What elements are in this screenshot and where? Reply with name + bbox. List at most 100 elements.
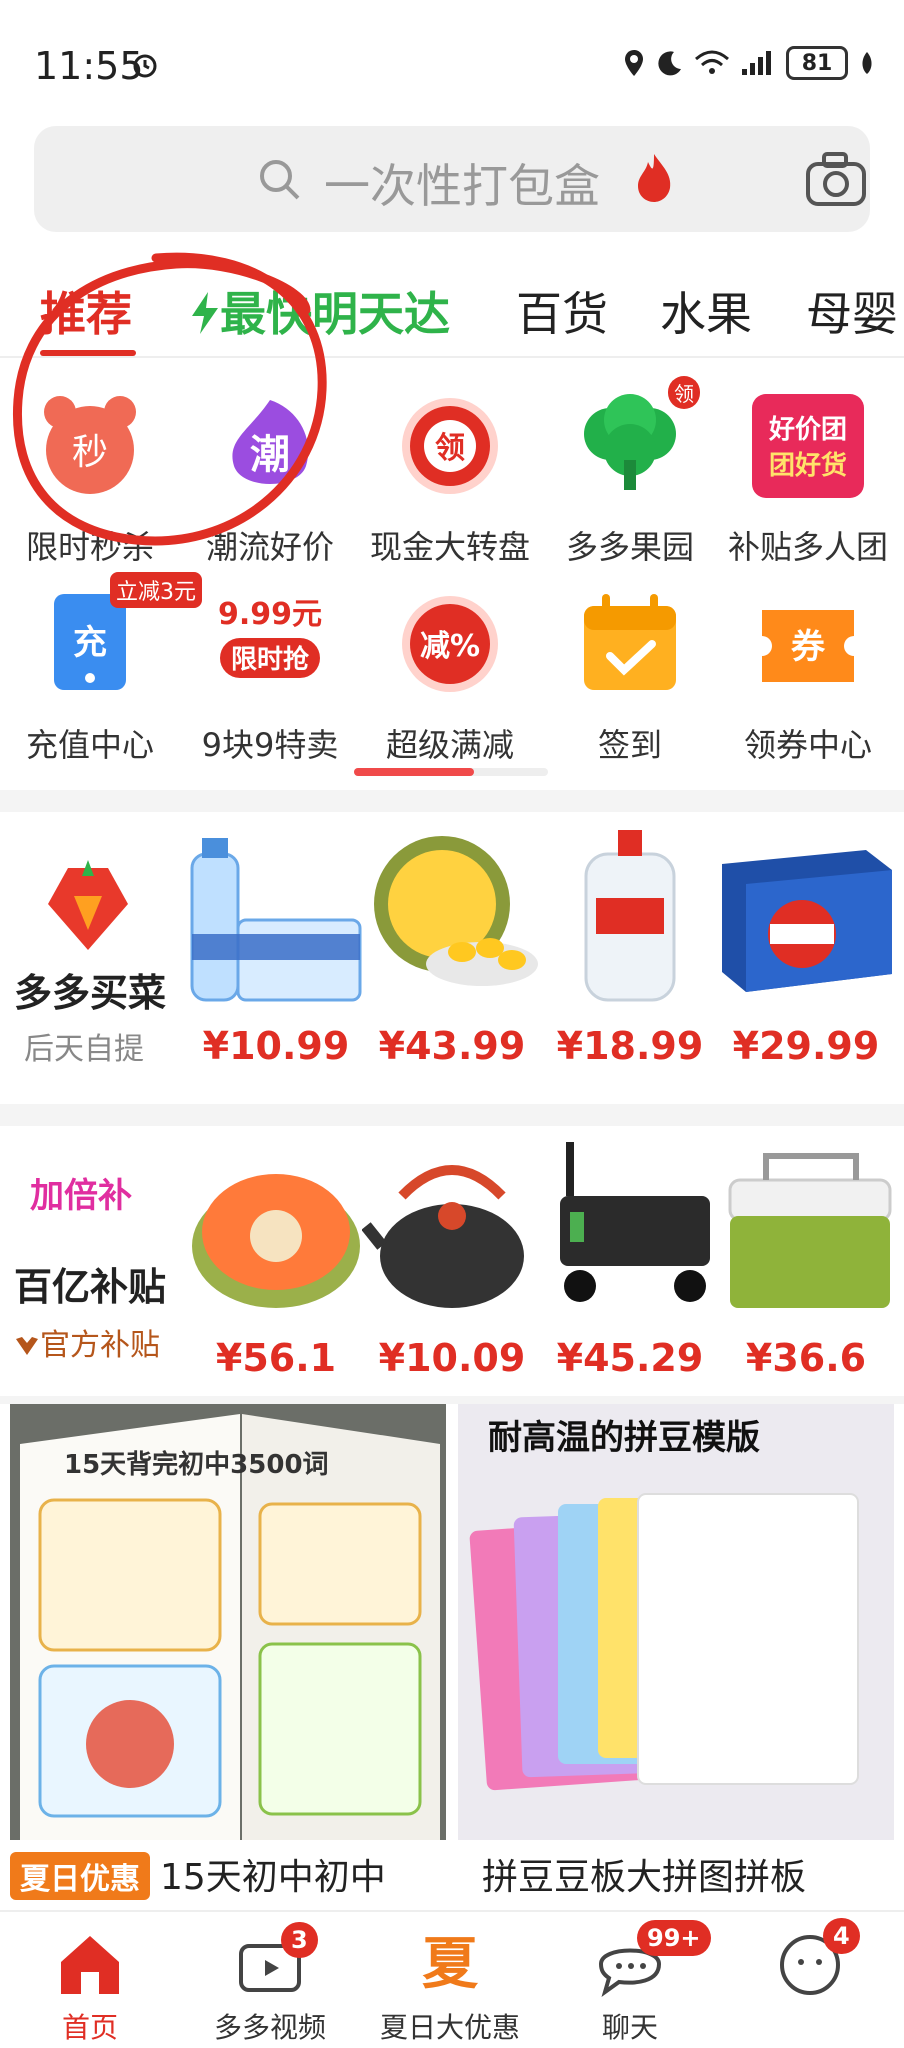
grid-label: 现金大转盘 bbox=[369, 528, 530, 566]
nav-chat[interactable]: 99+ 聊天 bbox=[540, 1920, 720, 2046]
grocery-subtitle: 后天自提 bbox=[24, 1032, 144, 1067]
grid-item-group-buy[interactable]: 好价团 团好货 补贴多人团 bbox=[718, 390, 898, 568]
water-bottles-icon bbox=[190, 838, 362, 1002]
grid-label: 多多果园 bbox=[565, 528, 694, 566]
grid-item-wheel[interactable]: 领 现金大转盘 bbox=[360, 390, 540, 568]
recharge-icon: 充 立减3元 bbox=[30, 572, 202, 708]
official-badge-icon bbox=[16, 1337, 38, 1355]
coupon-icon: 券 bbox=[748, 588, 868, 708]
nav-home[interactable]: 首页 bbox=[0, 1932, 180, 2046]
tab-general-goods[interactable]: 百货 bbox=[516, 278, 608, 344]
product-price: ¥45.29 bbox=[556, 1336, 704, 1380]
search-bar[interactable]: 一次性打包盒 bbox=[34, 126, 870, 232]
section-divider bbox=[0, 1104, 904, 1126]
alarm-icon bbox=[133, 54, 157, 78]
kettle-icon bbox=[362, 1165, 524, 1308]
svg-text:潮: 潮 bbox=[250, 432, 290, 478]
nav-label: 夏日大优惠 bbox=[379, 2011, 520, 2044]
search-input[interactable]: 一次性打包盒 bbox=[324, 150, 600, 216]
grid-item-orchard[interactable]: 领 多多果园 bbox=[540, 376, 720, 568]
nav-summer-deals[interactable]: 夏 夏日大优惠 bbox=[360, 1932, 540, 2046]
grid-page-indicator bbox=[354, 768, 548, 776]
orchard-badge: 领 bbox=[668, 376, 700, 409]
tab-mother-baby[interactable]: 母婴 bbox=[806, 278, 898, 344]
signal-icon bbox=[742, 51, 771, 75]
subsidy-product[interactable]: ¥56.1 bbox=[186, 1126, 366, 1416]
svg-text:团好货: 团好货 bbox=[769, 450, 847, 481]
grid-label: 超级满减 bbox=[385, 726, 514, 764]
lightning-icon bbox=[192, 292, 218, 334]
status-time: 11:55 bbox=[34, 44, 144, 88]
jackfruit-icon bbox=[374, 836, 538, 986]
grocery-product[interactable]: ¥18.99 bbox=[540, 814, 720, 1104]
jackfruit-cut-icon bbox=[192, 1174, 360, 1308]
grocery-product[interactable]: ¥43.99 bbox=[362, 814, 542, 1104]
tab-fast-delivery[interactable]: 最快明天达 bbox=[190, 278, 450, 344]
grid-item-seckill[interactable]: 秒 限时秒杀 bbox=[0, 390, 180, 568]
subsidy-side[interactable]: 加倍补 百亿补贴 官方补贴 bbox=[0, 1126, 176, 1416]
profile-icon: 4 bbox=[775, 1918, 860, 1998]
water-jug-icon bbox=[584, 830, 676, 1002]
product-price: ¥29.99 bbox=[732, 1024, 880, 1068]
nav-label: 首页 bbox=[61, 2011, 118, 2044]
camera-icon[interactable] bbox=[804, 150, 868, 208]
sale-icon: 9.99元 限时抢 bbox=[210, 588, 330, 708]
grid-label: 充值中心 bbox=[25, 726, 154, 764]
battery-indicator: 81 bbox=[786, 46, 848, 80]
grocery-product[interactable]: ¥29.99 bbox=[716, 814, 896, 1104]
nav-label: 聊天 bbox=[601, 2011, 658, 2044]
summer-icon: 夏 bbox=[422, 1932, 478, 1997]
tab-active-indicator bbox=[40, 350, 136, 356]
subsidy-row[interactable]: 加倍补 百亿补贴 官方补贴 ¥56.1 ¥10.09 ¥45.29 ¥36.6 bbox=[0, 1126, 904, 1416]
card-caption: 夏日优惠 15天初中初中 bbox=[10, 1848, 446, 1900]
grid-item-recharge[interactable]: 充 立减3元 充值中心 bbox=[0, 572, 202, 766]
wagon-icon bbox=[560, 1142, 710, 1302]
grid-item-sale[interactable]: 9.99元 限时抢 9块9特卖 bbox=[180, 588, 360, 766]
nav-video[interactable]: 3 多多视频 bbox=[180, 1922, 360, 2046]
wheel-icon: 领 bbox=[390, 390, 510, 510]
svg-text:券: 券 bbox=[791, 627, 826, 667]
svg-text:充: 充 bbox=[73, 623, 107, 663]
subsidy-product[interactable]: ¥36.6 bbox=[716, 1126, 896, 1416]
grid-item-trend[interactable]: 潮 潮流好价 bbox=[180, 390, 360, 568]
chat-icon: 99+ bbox=[595, 1920, 711, 1998]
grocery-side[interactable]: 多多买菜 后天自提 bbox=[0, 814, 176, 1104]
promo-tag: 夏日优惠 bbox=[10, 1852, 150, 1900]
grid-item-checkin[interactable]: 签到 bbox=[540, 588, 720, 766]
subsidy-product[interactable]: ¥10.09 bbox=[362, 1126, 542, 1416]
video-badge: 3 bbox=[281, 1922, 318, 1958]
bead-board-image bbox=[458, 1404, 894, 1840]
home-icon bbox=[55, 1932, 125, 1998]
svg-text:领: 领 bbox=[435, 431, 465, 466]
grid-item-discount[interactable]: 减% 超级满减 bbox=[360, 588, 540, 766]
card-image-text: 耐高温的拼豆模版 bbox=[488, 1418, 760, 1458]
product-card[interactable]: 15天背完初中3500词 夏日优惠 15天初中初中 bbox=[10, 1404, 446, 1900]
grid-label: 9块9特卖 bbox=[201, 726, 339, 764]
status-bar: 11:55 81 bbox=[0, 0, 904, 120]
pager-fill bbox=[354, 768, 474, 776]
trend-icon: 潮 bbox=[210, 390, 330, 510]
nav-profile[interactable]: 4 bbox=[720, 1918, 900, 2006]
grocery-product[interactable]: ¥10.99 bbox=[186, 814, 366, 1104]
svg-text:限时抢: 限时抢 bbox=[231, 644, 310, 675]
grid-item-coupon[interactable]: 券 领券中心 bbox=[718, 588, 898, 766]
section-divider bbox=[0, 1396, 904, 1404]
product-price: ¥56.1 bbox=[215, 1336, 337, 1380]
grid-label: 限时秒杀 bbox=[25, 528, 154, 566]
group-buy-icon: 好价团 团好货 bbox=[748, 390, 868, 510]
cooler-box-icon bbox=[728, 1153, 892, 1308]
tab-recommend[interactable]: 推荐 bbox=[40, 278, 132, 344]
svg-text:秒: 秒 bbox=[72, 432, 108, 473]
nav-label: 多多视频 bbox=[213, 2011, 326, 2044]
grid-label: 签到 bbox=[597, 726, 662, 764]
grocery-row[interactable]: 多多买菜 后天自提 ¥10.99 ¥43.99 ¥18.99 ¥29.99 bbox=[0, 814, 904, 1104]
product-price: ¥18.99 bbox=[556, 1024, 704, 1068]
grid-label: 潮流好价 bbox=[205, 528, 334, 566]
subsidy-product[interactable]: ¥45.29 bbox=[540, 1126, 720, 1416]
calendar-check-icon bbox=[570, 588, 690, 708]
product-card[interactable]: 耐高温的拼豆模版 拼豆豆板大拼图拼板 bbox=[458, 1404, 894, 1900]
bottom-navigation: 首页 3 多多视频 夏 夏日大优惠 99+ 聊天 4 bbox=[0, 1910, 904, 2048]
tab-fruit[interactable]: 水果 bbox=[660, 278, 752, 344]
product-price: ¥43.99 bbox=[378, 1024, 526, 1068]
card-caption: 拼豆豆板大拼图拼板 bbox=[458, 1848, 894, 1900]
